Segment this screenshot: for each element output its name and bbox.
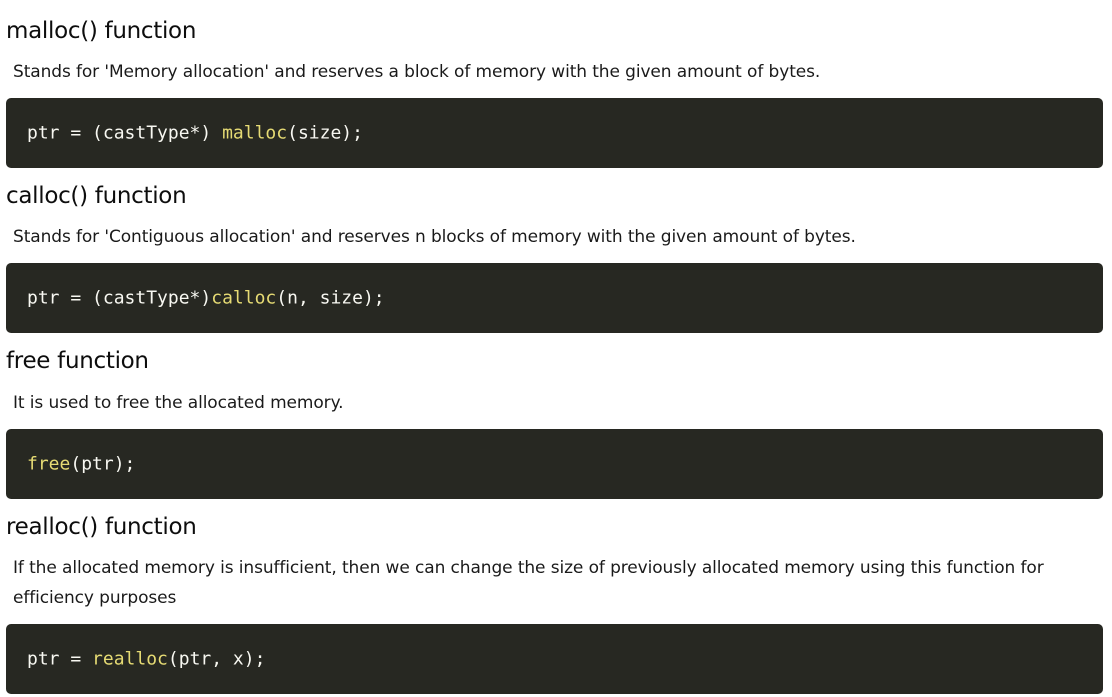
code-suffix: (n, size); bbox=[276, 287, 385, 309]
code-line-malloc: ptr = (castType*) malloc(size); bbox=[27, 123, 363, 144]
code-line-realloc: ptr = realloc(ptr, x); bbox=[27, 649, 265, 670]
document-page: malloc() function Stands for 'Memory all… bbox=[0, 0, 1112, 697]
code-function-name: realloc bbox=[92, 648, 168, 670]
code-prefix: ptr = bbox=[27, 648, 93, 670]
description-malloc: Stands for 'Memory allocation' and reser… bbox=[13, 62, 821, 82]
code-line-calloc: ptr = (castType*)calloc(n, size); bbox=[27, 288, 385, 309]
code-suffix: (size); bbox=[287, 122, 363, 144]
description-realloc: If the allocated memory is insufficient,… bbox=[13, 558, 1044, 608]
code-block-malloc: ptr = (castType*) malloc(size); bbox=[6, 98, 1103, 168]
code-prefix: ptr = (castType*) bbox=[27, 287, 212, 309]
code-function-name: calloc bbox=[211, 287, 277, 309]
code-suffix: (ptr); bbox=[70, 453, 136, 475]
code-function-name: malloc bbox=[222, 122, 288, 144]
heading-free: free function bbox=[6, 348, 149, 374]
description-free: It is used to free the allocated memory. bbox=[13, 393, 344, 413]
code-block-realloc: ptr = realloc(ptr, x); bbox=[6, 624, 1103, 694]
code-function-name: free bbox=[27, 453, 71, 475]
description-calloc: Stands for 'Contiguous allocation' and r… bbox=[13, 227, 856, 247]
code-suffix: (ptr, x); bbox=[167, 648, 266, 670]
code-line-free: free(ptr); bbox=[27, 454, 135, 475]
code-block-free: free(ptr); bbox=[6, 429, 1103, 499]
heading-realloc: realloc() function bbox=[6, 514, 197, 540]
code-prefix: ptr = (castType*) bbox=[27, 122, 223, 144]
heading-malloc: malloc() function bbox=[6, 18, 197, 44]
code-block-calloc: ptr = (castType*)calloc(n, size); bbox=[6, 263, 1103, 333]
heading-calloc: calloc() function bbox=[6, 183, 187, 209]
